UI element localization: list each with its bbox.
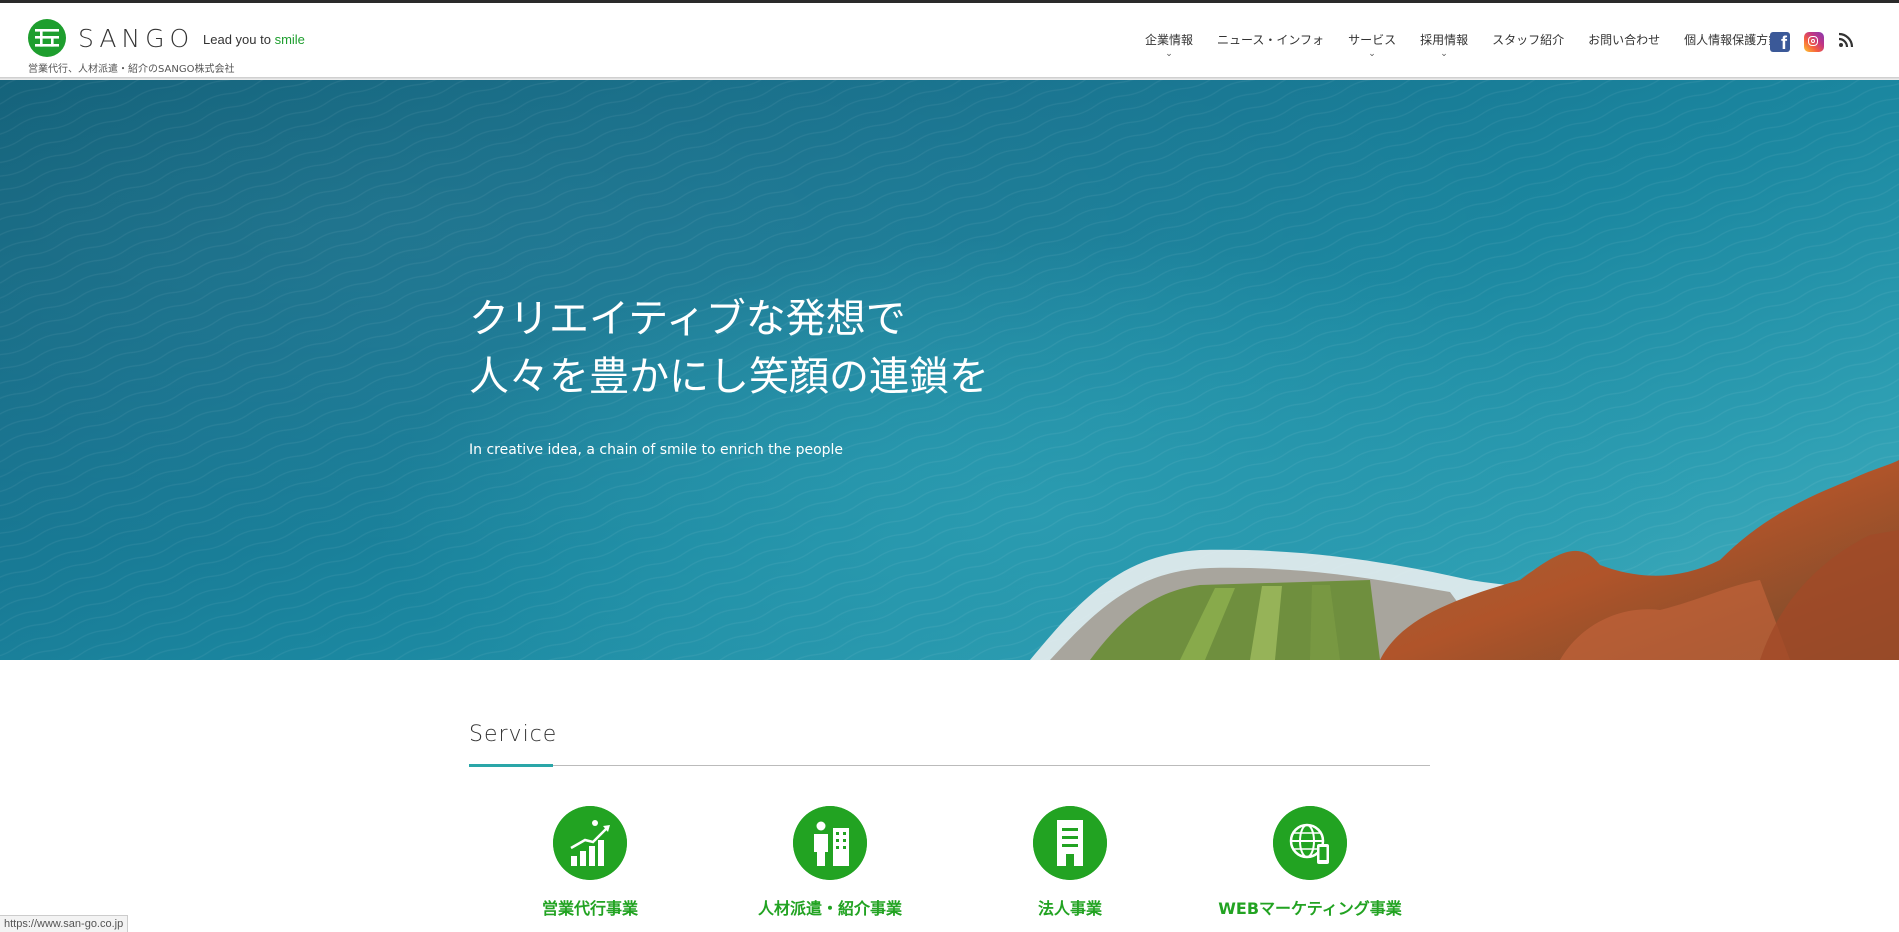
tagline-prefix: Lead you to — [203, 32, 275, 47]
logo-text: SANGO — [78, 23, 195, 53]
logo-subtitle: 営業代行、人材派遣・紹介のSANGO株式会社 — [28, 64, 235, 75]
section-divider — [469, 765, 1430, 766]
web-marketing-icon — [1273, 806, 1347, 880]
rss-icon[interactable] — [1838, 32, 1854, 52]
service-item-sales[interactable]: 営業代行事業 — [490, 806, 690, 919]
tagline-accent: smile — [274, 32, 305, 47]
section-title-service: Service — [469, 722, 558, 747]
corporate-icon — [1033, 806, 1107, 880]
nav-label: ニュース・インフォ — [1217, 33, 1325, 47]
nav-item-service[interactable]: サービス ⌄ — [1348, 31, 1397, 59]
service-label: WEBマーケティング事業 — [1218, 899, 1402, 918]
instagram-icon[interactable] — [1804, 32, 1824, 52]
service-label: 法人事業 — [1037, 899, 1102, 918]
hero-title-line-1: クリエイティブな発想で — [469, 296, 906, 342]
site-logo[interactable]: SANGO — [28, 19, 194, 57]
nav-label: サービス — [1348, 33, 1397, 47]
nav-item-company[interactable]: 企業情報 ⌄ — [1145, 31, 1194, 59]
nav-label: 採用情報 — [1420, 33, 1469, 47]
nav-item-staff[interactable]: スタッフ紹介 — [1492, 31, 1564, 48]
service-item-staffing[interactable]: 人材派遣・紹介事業 — [730, 806, 930, 919]
browser-status-url: https://www.san-go.co.jp — [0, 915, 129, 932]
nav-label: 個人情報保護方針 — [1684, 33, 1781, 47]
nav-label: お問い合わせ — [1588, 33, 1661, 47]
service-item-corporate[interactable]: 法人事業 — [970, 806, 1170, 919]
nav-label: スタッフ紹介 — [1492, 33, 1565, 47]
staffing-icon — [793, 806, 867, 880]
hero-banner: クリエイティブな発想で人々を豊かにし笑顔の連鎖を In creative ide… — [0, 80, 1899, 660]
section-divider-accent — [469, 764, 553, 767]
nav-item-news[interactable]: ニュース・インフォ — [1217, 31, 1324, 48]
service-label: 営業代行事業 — [541, 899, 638, 918]
site-header: SANGO Lead you to smile 営業代行、人材派遣・紹介のSAN… — [0, 3, 1899, 77]
nav-item-contact[interactable]: お問い合わせ — [1588, 31, 1660, 48]
hero-title-line-2: 人々を豊かにし笑顔の連鎖を — [469, 354, 989, 400]
nav-item-privacy[interactable]: 個人情報保護方針 — [1684, 31, 1780, 48]
social-links: f — [1770, 32, 1854, 53]
chevron-down-icon: ⌄ — [1440, 49, 1448, 59]
chevron-down-icon: ⌄ — [1368, 49, 1376, 59]
sales-growth-icon — [553, 806, 627, 880]
sango-logo-icon — [28, 19, 66, 57]
facebook-icon[interactable]: f — [1770, 32, 1790, 53]
service-item-web-marketing[interactable]: WEBマーケティング事業 — [1210, 806, 1410, 919]
tagline: Lead you to smile — [203, 32, 305, 47]
main-nav: 企業情報 ⌄ ニュース・インフォ サービス ⌄ 採用情報 ⌄ スタッフ紹介 お問い合わ… — [1145, 31, 1804, 59]
nav-label: 企業情報 — [1145, 33, 1194, 47]
hero-title: クリエイティブな発想で人々を豊かにし笑顔の連鎖を — [469, 290, 989, 406]
nav-item-recruit[interactable]: 採用情報 ⌄ — [1420, 31, 1469, 59]
chevron-down-icon: ⌄ — [1165, 49, 1173, 59]
hero-subtitle: In creative idea, a chain of smile to en… — [469, 442, 844, 458]
service-label: 人材派遣・紹介事業 — [757, 899, 902, 918]
